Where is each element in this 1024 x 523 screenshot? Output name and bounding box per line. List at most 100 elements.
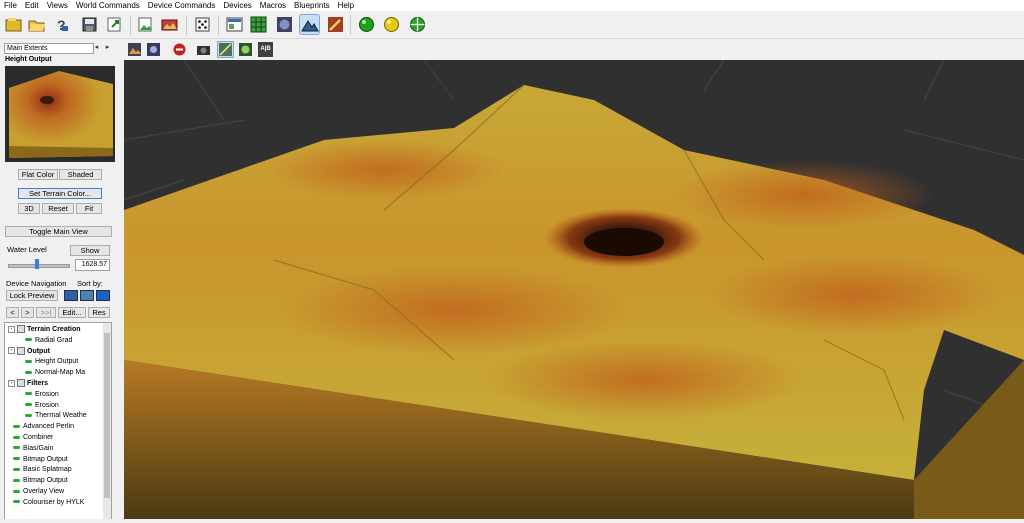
tree-item[interactable]: Erosion: [25, 390, 59, 399]
water-level-slider[interactable]: [8, 264, 70, 268]
tree-item-label: Normal-Map Ma: [35, 369, 86, 377]
tree-item-label: Bias/Gain: [23, 444, 54, 452]
tree-item[interactable]: Colouriser by HYLK: [13, 498, 84, 507]
3d-button[interactable]: 3D: [18, 203, 40, 214]
sort-type-icon[interactable]: [80, 290, 94, 301]
menu-world-commands[interactable]: World Commands: [72, 0, 144, 11]
extents-prev-icon[interactable]: ◂: [92, 43, 101, 53]
tree-item-label: Output: [27, 347, 50, 355]
extents-dropdown[interactable]: Main Extents: [4, 43, 94, 54]
sort-list-icon[interactable]: [64, 290, 78, 301]
camera-icon[interactable]: [196, 42, 211, 57]
tree-scrollbar-thumb[interactable]: [104, 333, 110, 498]
save-icon[interactable]: [80, 15, 99, 34]
menu-macros[interactable]: Macros: [256, 0, 290, 11]
tree-item[interactable]: Normal-Map Ma: [25, 368, 85, 377]
fit-button[interactable]: Fit: [76, 203, 102, 214]
tree-item-label: Radial Grad: [35, 336, 73, 344]
water-level-slider-thumb[interactable]: [35, 259, 39, 269]
render-settings-icon[interactable]: [146, 42, 161, 57]
collapse-icon[interactable]: -: [8, 325, 15, 333]
import-icon[interactable]: [136, 15, 155, 34]
help-icon[interactable]: ?: [52, 15, 71, 34]
menu-blueprints[interactable]: Blueprints: [290, 0, 334, 11]
menu-help[interactable]: Help: [334, 0, 358, 11]
export-icon[interactable]: [105, 15, 124, 34]
tree-item[interactable]: Overlay View: [13, 487, 64, 496]
edit-button[interactable]: Edit...: [58, 307, 86, 318]
world-icon[interactable]: [275, 15, 294, 34]
device-status-icon: [13, 478, 20, 482]
device-status-icon: [25, 403, 32, 407]
menu-devices[interactable]: Devices: [219, 0, 255, 11]
tree-item[interactable]: Basic Splatmap: [13, 465, 72, 474]
flat-color-button[interactable]: Flat Color: [18, 169, 58, 180]
tree-item[interactable]: Bitmap Output: [13, 455, 68, 464]
tree-item[interactable]: Bias/Gain: [13, 444, 53, 453]
show-button[interactable]: Show: [70, 245, 110, 256]
water-level-label: Water Level: [7, 245, 47, 254]
image-icon[interactable]: [160, 15, 179, 34]
mountain-icon[interactable]: [299, 14, 320, 35]
menu-edit[interactable]: Edit: [21, 0, 43, 11]
device-status-icon: [13, 424, 20, 428]
grid-icon[interactable]: [249, 15, 268, 34]
sort-alpha-icon[interactable]: [96, 290, 110, 301]
tree-group[interactable]: - Output: [8, 346, 50, 356]
toggle-main-view-button[interactable]: Toggle Main View: [5, 226, 112, 237]
menu-device-commands[interactable]: Device Commands: [144, 0, 220, 11]
sort-by-label: Sort by:: [77, 279, 103, 288]
terrain-side-right: [914, 360, 1024, 519]
nav-next-button[interactable]: >: [21, 307, 34, 318]
open-project-icon[interactable]: [27, 15, 46, 34]
tree-item[interactable]: Advanced Perlin: [13, 422, 74, 431]
tree-item[interactable]: Combiner: [13, 433, 53, 442]
status-bar: [0, 519, 1024, 523]
menu-file[interactable]: File: [0, 0, 21, 11]
tree-item[interactable]: Bitmap Output: [13, 476, 68, 485]
menu-views[interactable]: Views: [43, 0, 72, 11]
shaded-button[interactable]: Shaded: [59, 169, 102, 180]
tree-scrollbar[interactable]: [103, 323, 111, 519]
tree-item-label: Bitmap Output: [23, 455, 68, 463]
tree-group[interactable]: - Terrain Creation: [8, 325, 81, 334]
yellow-ball-icon[interactable]: [382, 15, 401, 34]
brush-icon[interactable]: [326, 15, 345, 34]
tree-item[interactable]: Height Output: [25, 357, 78, 366]
shaded-icon[interactable]: [238, 42, 253, 57]
lock-preview-button[interactable]: Lock Preview: [6, 290, 58, 301]
tree-item-label: Colouriser by HYLK: [23, 498, 85, 506]
group-icon: [17, 325, 25, 334]
stop-icon[interactable]: [172, 42, 187, 57]
device-tree: - Terrain Creation Radial Grad - Output Heigh…: [4, 322, 112, 520]
globe-icon[interactable]: [408, 15, 427, 34]
new-project-icon[interactable]: [4, 15, 23, 34]
collapse-icon[interactable]: -: [8, 347, 15, 355]
layout-icon[interactable]: [225, 15, 244, 34]
tree-item-label: Thermal Weathe: [35, 412, 87, 420]
render-icon[interactable]: [127, 42, 142, 57]
3d-viewport[interactable]: [124, 60, 1024, 519]
tree-item-label: Overlay View: [23, 488, 65, 495]
tree-item[interactable]: Thermal Weathe: [25, 411, 87, 420]
tree-item-label: Basic Splatmap: [23, 466, 72, 474]
device-status-icon: [25, 360, 32, 364]
nav-prev-button[interactable]: <: [6, 307, 19, 318]
nav-last-button[interactable]: >>|: [36, 307, 56, 318]
tree-item-label: Terrain Creation: [27, 326, 81, 333]
wireframe-icon[interactable]: [217, 41, 234, 58]
res-button[interactable]: Res: [88, 307, 110, 318]
green-ball-icon[interactable]: [357, 15, 376, 34]
water-level-input[interactable]: 1628.57: [75, 259, 110, 271]
menu-bar: File Edit Views World Commands Device Comman…: [0, 0, 1024, 11]
extents-next-icon[interactable]: ▸: [103, 43, 112, 53]
reset-button[interactable]: Reset: [42, 203, 74, 214]
collapse-icon[interactable]: -: [8, 379, 15, 387]
tree-item[interactable]: Erosion: [25, 401, 59, 410]
ab-compare-icon[interactable]: A|B: [258, 42, 273, 57]
set-terrain-color-button[interactable]: Set Terrain Color...: [18, 188, 102, 199]
tree-item[interactable]: Radial Grad: [25, 336, 72, 345]
dice-icon[interactable]: [193, 15, 212, 34]
tree-item-label: Filters: [27, 380, 49, 387]
tree-group[interactable]: - Filters: [8, 379, 48, 388]
